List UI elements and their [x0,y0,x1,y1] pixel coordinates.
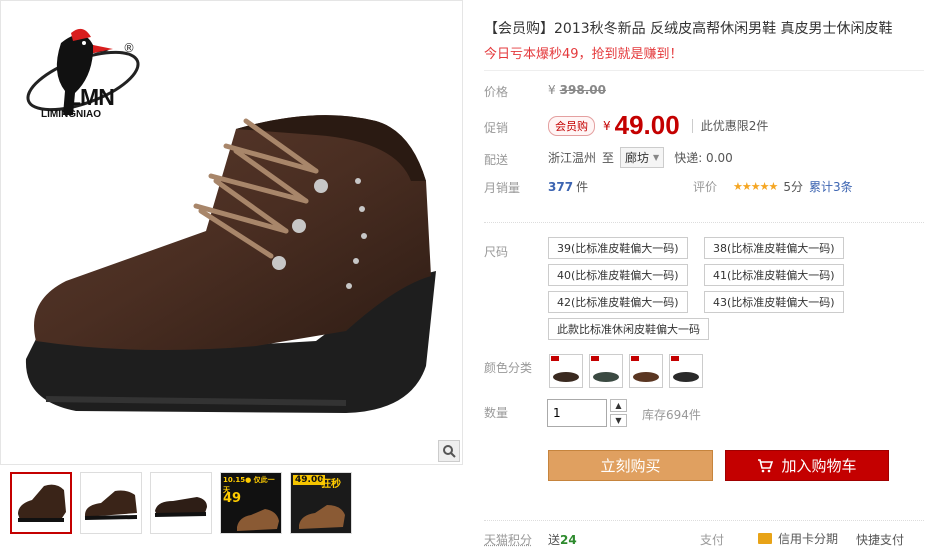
size-option-38[interactable]: 38(比标准皮鞋偏大一码) [704,237,844,259]
size-note-option[interactable]: 此款比标准休闲皮鞋偏大一码 [548,318,709,340]
divider [484,520,924,521]
promo-price-value: 49.00 [614,110,680,140]
destination-value: 廊坊 [625,151,650,165]
stock-text: 库存694件 [642,408,701,422]
size-option-40[interactable]: 40(比标准皮鞋偏大一码) [548,264,688,286]
credit-installment[interactable]: 信用卡分期 [758,530,838,547]
rating-score: 5分 [783,180,803,194]
chevron-down-icon: ▼ [615,416,622,425]
add-to-cart-button[interactable]: 加入购物车 [725,450,889,481]
color-label: 颜色分类 [484,361,533,375]
destination-select[interactable]: 廊坊 ▼ [620,147,665,168]
points-prefix: 送 [548,533,561,547]
size-option-41[interactable]: 41(比标准皮鞋偏大一码) [704,264,844,286]
thumbnail-4[interactable]: 10.15● 仅此一天 49 [220,472,282,534]
sales-row: 377 件 [548,178,588,195]
promo-price-label: 促销 [484,121,509,135]
product-title: 【会员购】2013秋冬新品 反绒皮高帮休闲男鞋 真皮男士休闲皮鞋 [484,21,893,37]
sales-unit: 件 [576,180,589,194]
price-label: 价格 [484,85,509,99]
main-product-image[interactable]: LMN LIMINGNIAO ® [0,0,463,465]
price-divider [691,118,693,133]
divider [484,222,924,223]
promo-currency: ¥ [603,118,611,133]
promo-text: 今日亏本爆秒49，抢到就是赚到！ [484,47,683,62]
review-label: 评价 [693,180,718,194]
review-row: 评价 ★★★★★ 5分 累计3条 [693,178,853,195]
ship-to-label: 至 [602,151,615,165]
thumbnail-5[interactable]: 49.00 狂秒 [290,472,352,534]
thumb-banner-tag: 狂秒 [321,479,341,490]
review-total-link[interactable]: 累计3条 [809,178,853,195]
member-badge: 会员购 [548,115,595,136]
sales-count: 377 [548,179,574,194]
currency-symbol: ¥ [548,83,556,97]
chevron-up-icon: ▲ [615,401,622,410]
sales-label: 月销量 [484,181,521,195]
size-label: 尺码 [484,245,509,259]
points-label[interactable]: 天猫积分 [484,531,532,548]
shoe-image [25,115,436,413]
color-swatch-2[interactable] [589,354,623,388]
quantity-label: 数量 [484,406,509,420]
size-option-43[interactable]: 43(比标准皮鞋偏大一码) [704,291,844,313]
color-swatch-1[interactable] [549,354,583,388]
credit-card-icon [758,533,772,544]
color-swatch-4[interactable] [669,354,703,388]
thumbnail-strip: 10.15● 仅此一天 49 49.00 狂秒 [10,472,352,534]
buy-now-button[interactable]: 立刻购买 [548,450,713,481]
original-price-value: 398.00 [559,83,606,97]
original-price: ¥ 398.00 [548,83,606,97]
quantity-input[interactable] [547,399,607,427]
shipping-label: 配送 [484,153,509,167]
points-row: 送 24 [548,531,577,548]
size-option-42[interactable]: 42(比标准皮鞋偏大一码) [548,291,688,313]
magnifier-icon [443,445,456,458]
quick-pay-label[interactable]: 快捷支付 [856,531,904,548]
ship-from: 浙江温州 [548,151,597,165]
express-fee: 快递: 0.00 [674,151,733,165]
thumbnail-2[interactable] [80,472,142,534]
thumbnail-3[interactable] [150,472,212,534]
thumbnail-1[interactable] [10,472,72,534]
points-value: 24 [560,532,577,547]
logo-text: LMN [67,84,115,110]
shipping-row: 浙江温州 至 廊坊 ▼ 快递: 0.00 [548,147,733,168]
add-to-cart-label: 加入购物车 [781,457,857,475]
star-rating: ★★★★★ [733,180,778,193]
promo-limit: 此优惠限2件 [700,119,769,133]
quantity-decrease-button[interactable]: ▼ [610,414,627,427]
quantity-increase-button[interactable]: ▲ [610,399,627,412]
divider [484,70,924,71]
zoom-button[interactable] [438,440,460,462]
registered-mark: ® [123,41,135,55]
payment-label: 支付 [700,533,725,547]
size-option-39[interactable]: 39(比标准皮鞋偏大一码) [548,237,688,259]
cart-icon [758,458,774,472]
chevron-down-icon: ▼ [653,153,660,162]
credit-installment-label: 信用卡分期 [778,532,839,546]
promo-price-row: 会员购 ¥ 49.00 此优惠限2件 [548,110,768,141]
color-swatch-3[interactable] [629,354,663,388]
